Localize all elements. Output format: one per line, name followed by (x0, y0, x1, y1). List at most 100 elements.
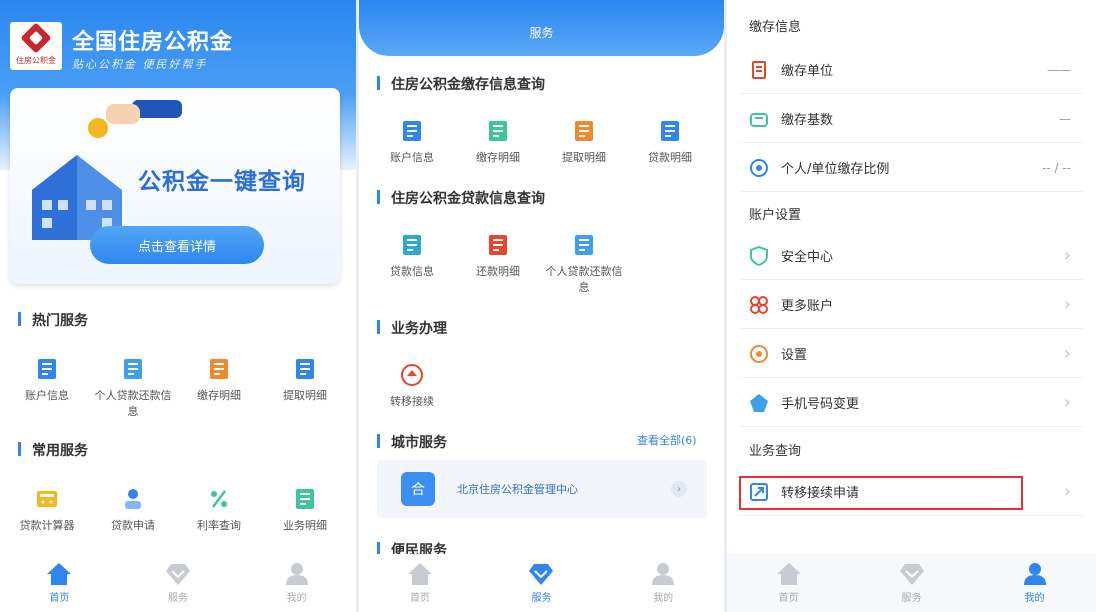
service-item[interactable]: 贷款申请 (90, 486, 176, 534)
tab-bar: 首页 服务 我的 (0, 554, 356, 612)
tab-label: 我的 (653, 593, 674, 604)
home-panel: 住房公积金 全国住房公积金 贴心公积金 便民好帮手 公积金一键查询 点击查看详情… (0, 0, 356, 612)
percent-icon (206, 486, 232, 512)
service-label: 转移接续 (390, 395, 434, 408)
service-item[interactable]: 业务明细 (262, 486, 348, 534)
service-label: 业务明细 (283, 519, 327, 532)
transfer-icon (399, 362, 425, 388)
service-item[interactable]: 缴存明细 (176, 356, 262, 420)
highlight-box (739, 476, 1023, 510)
tab-label: 服务 (167, 593, 188, 604)
user-icon (652, 563, 675, 585)
hand-coin-icon (88, 100, 182, 138)
id-card-icon (34, 356, 60, 382)
service-label: 个人贷款还款信息 (94, 389, 172, 418)
tab-label: 服务 (531, 593, 552, 604)
diamond-icon (165, 564, 190, 585)
tab-home[interactable]: 首页 (380, 562, 460, 604)
settings-row[interactable]: 设置 › (739, 330, 1083, 378)
row-label: 更多账户 (781, 299, 834, 314)
service-label: 账户信息 (390, 151, 434, 164)
city-services-title: 城市服务 (377, 432, 447, 452)
tab-services[interactable]: 服务 (501, 562, 581, 604)
row-label: 安全中心 (781, 250, 834, 265)
ratio-icon (749, 158, 769, 178)
tab-mine[interactable]: 我的 (623, 562, 703, 604)
doc-blue-icon (657, 118, 683, 144)
tab-label: 首页 (778, 593, 799, 604)
service-item[interactable]: 贷款信息 (369, 232, 455, 296)
chevron-right-icon: › (671, 481, 687, 497)
service-item[interactable]: 还款明细 (455, 232, 541, 296)
service-label: 缴存明细 (476, 151, 520, 164)
row-label: 缴存单位 (781, 64, 834, 79)
services-header-title: 服务 (529, 26, 554, 40)
tab-home[interactable]: 首页 (19, 562, 99, 604)
app-logo: 住房公积金 (10, 21, 62, 70)
business-title: 业务办理 (377, 318, 447, 338)
hot-services-title: 热门服务 (18, 310, 88, 330)
service-label: 贷款信息 (390, 265, 434, 278)
settings-row[interactable]: 安全中心 › (739, 232, 1083, 280)
service-label: 贷款明细 (648, 151, 692, 164)
city-service-card[interactable]: 合 北京住房公积金管理中心 › (377, 460, 707, 518)
row-value: —— (1047, 62, 1071, 77)
settings-row[interactable]: 更多账户 › (739, 281, 1083, 329)
see-all-link[interactable]: 查看全部(6) (637, 432, 697, 448)
shield-icon (749, 245, 769, 266)
service-item[interactable]: 个人贷款还款信息 (90, 356, 176, 420)
services-header: 服务 (359, 0, 724, 56)
logo-text: 住房公积金 (16, 55, 56, 65)
tab-label: 首页 (409, 593, 430, 604)
settings-row[interactable]: 个人/单位缴存比例 -- / -- (739, 144, 1083, 192)
settings-row[interactable]: 缴存基数 — (739, 95, 1083, 143)
doc-blue-icon (292, 356, 318, 382)
service-item[interactable]: 缴存明细 (455, 118, 541, 166)
tab-bar: 首页 服务 我的 (727, 554, 1096, 612)
app-title: 全国住房公积金 (72, 30, 234, 55)
service-item[interactable]: 转移接续 (369, 362, 455, 410)
tab-services[interactable]: 服务 (138, 562, 218, 604)
tab-home[interactable]: 首页 (749, 562, 829, 604)
chevron-right-icon: › (1063, 392, 1071, 413)
service-label: 缴存明细 (197, 389, 241, 402)
fund-center-icon: 合 (401, 472, 435, 506)
service-item[interactable]: 账户信息 (369, 118, 455, 166)
city-service-name: 北京住房公积金管理中心 (457, 483, 578, 496)
settings-row[interactable]: 缴存单位 —— (739, 46, 1083, 94)
service-item[interactable]: 贷款计算器 (4, 486, 90, 534)
service-item[interactable]: 提取明细 (262, 356, 348, 420)
service-item[interactable]: 贷款明细 (627, 118, 713, 166)
app-subtitle: 贴心公积金 便民好帮手 (72, 58, 208, 71)
view-details-button[interactable]: 点击查看详情 (90, 226, 264, 264)
service-item[interactable]: 提取明细 (541, 118, 627, 166)
card-icon (120, 356, 146, 382)
hot-services-grid: 账户信息 个人贷款还款信息 缴存明细 提取明细 (4, 356, 348, 420)
settings-row[interactable]: 手机号码变更 › (739, 379, 1083, 427)
tab-services[interactable]: 服务 (872, 562, 952, 604)
id-card-icon (399, 118, 425, 144)
accounts-icon (749, 295, 769, 315)
doc-orange-icon (571, 118, 597, 144)
account-settings-title: 账户设置 (749, 208, 802, 223)
home-icon (407, 563, 432, 585)
chevron-right-icon: › (1063, 294, 1071, 315)
tab-mine[interactable]: 我的 (995, 562, 1075, 604)
banner-title: 公积金一键查询 (138, 169, 306, 195)
service-label: 还款明细 (476, 265, 520, 278)
mine-panel: 缴存信息 缴存单位 —— 缴存基数 — 个人/单位缴存比例 -- / -- 账户设置 安全… (727, 0, 1096, 612)
common-services-grid: 贷款计算器 贷款申请 利率查询 业务明细 (4, 486, 348, 534)
loan-icon (399, 232, 425, 258)
service-label: 贷款计算器 (19, 519, 75, 532)
tab-mine[interactable]: 我的 (257, 562, 337, 604)
deposit-query-grid: 账户信息 缴存明细 提取明细 贷款明细 (369, 118, 713, 166)
query-banner[interactable]: 公积金一键查询 点击查看详情 (10, 88, 340, 284)
tab-label: 服务 (901, 593, 922, 604)
business-grid: 转移接续 (369, 362, 455, 410)
loan-query-grid: 贷款信息 还款明细 个人贷款还款信息 (369, 232, 627, 296)
service-item[interactable]: 账户信息 (4, 356, 90, 420)
service-item[interactable]: 个人贷款还款信息 (541, 232, 627, 296)
service-item[interactable]: 利率查询 (176, 486, 262, 534)
diamond-icon (529, 564, 554, 585)
card-icon (571, 232, 597, 258)
